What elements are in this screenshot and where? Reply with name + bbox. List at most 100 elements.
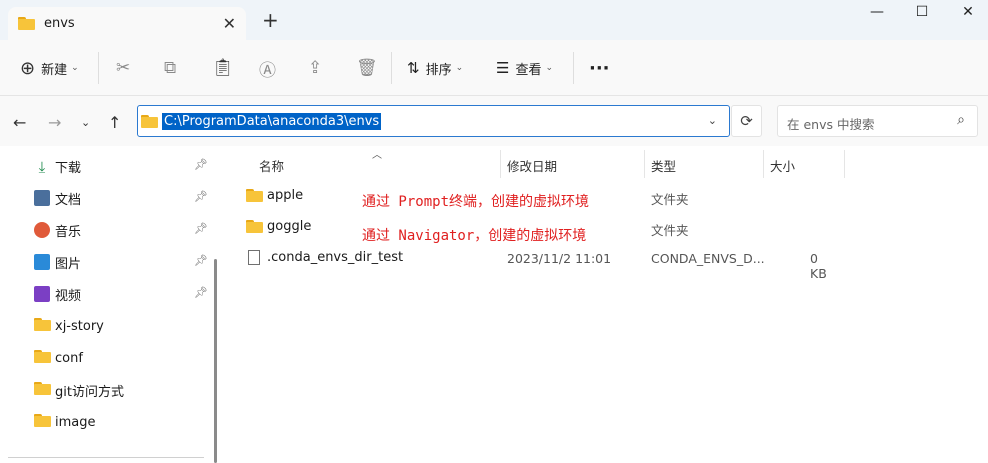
sidebar-item-music[interactable]: 音乐 📌︎ — [34, 219, 214, 241]
trash-icon: 🗑︎ — [356, 58, 378, 78]
folder-icon — [34, 318, 51, 334]
sidebar-item-label: xj-story — [55, 318, 104, 334]
recent-locations-icon[interactable]: ⌄ — [81, 116, 90, 129]
sort-button-label: 排序 — [425, 62, 452, 78]
pin-icon: 📌︎ — [194, 158, 208, 171]
file-name: goggle — [267, 219, 312, 234]
file-icon — [248, 250, 260, 265]
column-divider[interactable] — [763, 150, 764, 178]
column-header-name[interactable]: 名称 — [259, 156, 284, 175]
delete-button[interactable]: 🗑︎ — [356, 54, 378, 82]
folder-icon — [18, 17, 35, 30]
file-type: 文件夹 — [651, 192, 689, 207]
sidebar-item-pictures[interactable]: 图片 📌︎ — [34, 251, 214, 273]
chevron-down-icon: ⌄ — [455, 63, 464, 73]
sidebar-item-videos[interactable]: 视频 📌︎ — [34, 283, 214, 305]
file-list: ︿ 名称 修改日期 类型 大小 apple 文件夹 goggle 文件夹 .co… — [218, 146, 988, 463]
copy-icon: ⧉ — [164, 58, 177, 78]
annotation-prompt: 通过 Prompt终端，创建的虚拟环境 — [362, 194, 590, 210]
column-header-type[interactable]: 类型 — [651, 156, 676, 175]
annotation-navigator: 通过 Navigator，创建的虚拟环境 — [362, 228, 587, 244]
forward-arrow-icon[interactable]: → — [48, 113, 61, 132]
file-type: 文件夹 — [651, 223, 689, 238]
folder-icon — [246, 220, 263, 233]
file-date: 2023/11/2 11:01 — [507, 251, 612, 266]
list-item[interactable]: .conda_envs_dir_test 2023/11/2 11:01 CON… — [238, 247, 838, 281]
file-name: apple — [267, 188, 304, 203]
cut-button[interactable]: ✂ — [116, 54, 130, 82]
tab-title: envs — [44, 16, 75, 31]
chevron-down-icon: ⌄ — [71, 63, 79, 73]
toolbar-divider — [391, 52, 392, 84]
view-list-icon: ☰ — [496, 59, 510, 77]
rename-icon: Ⓐ — [259, 60, 276, 81]
maximize-button[interactable]: ☐ — [899, 4, 945, 28]
tab-envs[interactable]: envs ✕ — [8, 7, 246, 40]
folder-icon — [34, 350, 51, 366]
plus-circle-icon: ⊕ — [20, 57, 36, 79]
sidebar-item-label: 视频 — [55, 288, 82, 304]
scissors-icon: ✂ — [116, 58, 131, 78]
more-options-button[interactable]: ··· — [589, 54, 610, 82]
view-button[interactable]: ☰ 查看 ⌄ — [496, 54, 553, 82]
picture-icon — [34, 254, 50, 270]
refresh-button[interactable]: ⟳ — [731, 105, 762, 137]
share-button[interactable]: ⇪ — [308, 54, 322, 82]
clipboard-icon: 📋︎ — [212, 58, 234, 78]
refresh-icon: ⟳ — [740, 112, 753, 130]
search-box[interactable]: 在 envs 中搜索 ⌕ — [777, 105, 978, 137]
folder-icon — [34, 382, 51, 398]
paste-button[interactable]: 📋︎ — [212, 54, 234, 82]
sidebar-scrollbar[interactable] — [214, 259, 217, 463]
sidebar-item-image[interactable]: image — [34, 411, 214, 433]
title-bar: envs ✕ + — ☐ ✕ — [0, 0, 988, 40]
address-path[interactable]: C:\ProgramData\anaconda3\envs — [162, 113, 382, 130]
sidebar-item-conf[interactable]: conf — [34, 347, 214, 369]
chevron-down-icon: ⌄ — [545, 63, 554, 73]
address-bar[interactable]: C:\ProgramData\anaconda3\envs ⌄ — [137, 105, 730, 137]
new-tab-button[interactable]: + — [262, 10, 279, 30]
column-divider[interactable] — [644, 150, 645, 178]
close-tab-icon[interactable]: ✕ — [223, 14, 236, 33]
sort-ascending-icon: ︿ — [372, 150, 382, 161]
column-header-modified[interactable]: 修改日期 — [507, 156, 557, 175]
sidebar-item-git[interactable]: git访问方式 — [34, 379, 214, 401]
copy-button[interactable]: ⧉ — [164, 54, 176, 82]
pin-icon: 📌︎ — [194, 254, 208, 267]
sidebar-item-label: git访问方式 — [55, 384, 124, 400]
up-arrow-icon[interactable]: ↑ — [108, 113, 121, 132]
sidebar-item-label: 音乐 — [55, 224, 82, 240]
folder-icon — [246, 189, 263, 202]
sidebar-item-downloads[interactable]: ⤓ 下载 📌︎ — [34, 155, 214, 177]
sidebar-item-xj-story[interactable]: xj-story — [34, 315, 214, 337]
sidebar-item-label: 文档 — [55, 192, 82, 208]
folder-icon — [34, 414, 51, 430]
download-icon: ⤓ — [38, 158, 46, 176]
sidebar-item-label: 下载 — [55, 160, 82, 176]
minimize-button[interactable]: — — [854, 4, 900, 28]
column-divider[interactable] — [844, 150, 845, 178]
back-arrow-icon[interactable]: ← — [13, 113, 26, 132]
new-button[interactable]: ⊕ 新建 ⌄ — [20, 54, 79, 82]
rename-button[interactable]: Ⓐ — [259, 54, 276, 82]
view-button-label: 查看 — [515, 62, 542, 78]
sort-button[interactable]: ⇅ 排序 ⌄ — [407, 54, 463, 82]
close-window-button[interactable]: ✕ — [945, 4, 988, 28]
video-icon — [34, 286, 50, 302]
column-header-size[interactable]: 大小 — [770, 156, 795, 175]
pin-icon: 📌︎ — [194, 286, 208, 299]
file-name: .conda_envs_dir_test — [267, 250, 404, 265]
sidebar-item-label: 图片 — [55, 256, 82, 272]
toolbar-divider — [98, 52, 99, 84]
chevron-down-icon[interactable]: ⌄ — [708, 114, 717, 127]
search-placeholder: 在 envs 中搜索 — [787, 117, 875, 132]
sidebar-item-label: conf — [55, 350, 83, 366]
document-icon — [34, 190, 50, 206]
command-bar: ⊕ 新建 ⌄ ✂ ⧉ 📋︎ Ⓐ ⇪ 🗑︎ ⇅ 排序 ⌄ ☰ 查看 ⌄ ··· — [0, 40, 988, 96]
search-icon: ⌕ — [957, 112, 965, 128]
sidebar-item-documents[interactable]: 文档 📌︎ — [34, 187, 214, 209]
address-row: ← → ⌄ ↑ C:\ProgramData\anaconda3\envs ⌄ … — [0, 96, 988, 146]
column-divider[interactable] — [500, 150, 501, 178]
navigation-pane: ⤓ 下载 📌︎ 文档 📌︎ 音乐 📌︎ 图片 📌︎ 视频 📌︎ xj-story… — [0, 146, 218, 463]
sort-icon: ⇅ — [407, 59, 420, 77]
